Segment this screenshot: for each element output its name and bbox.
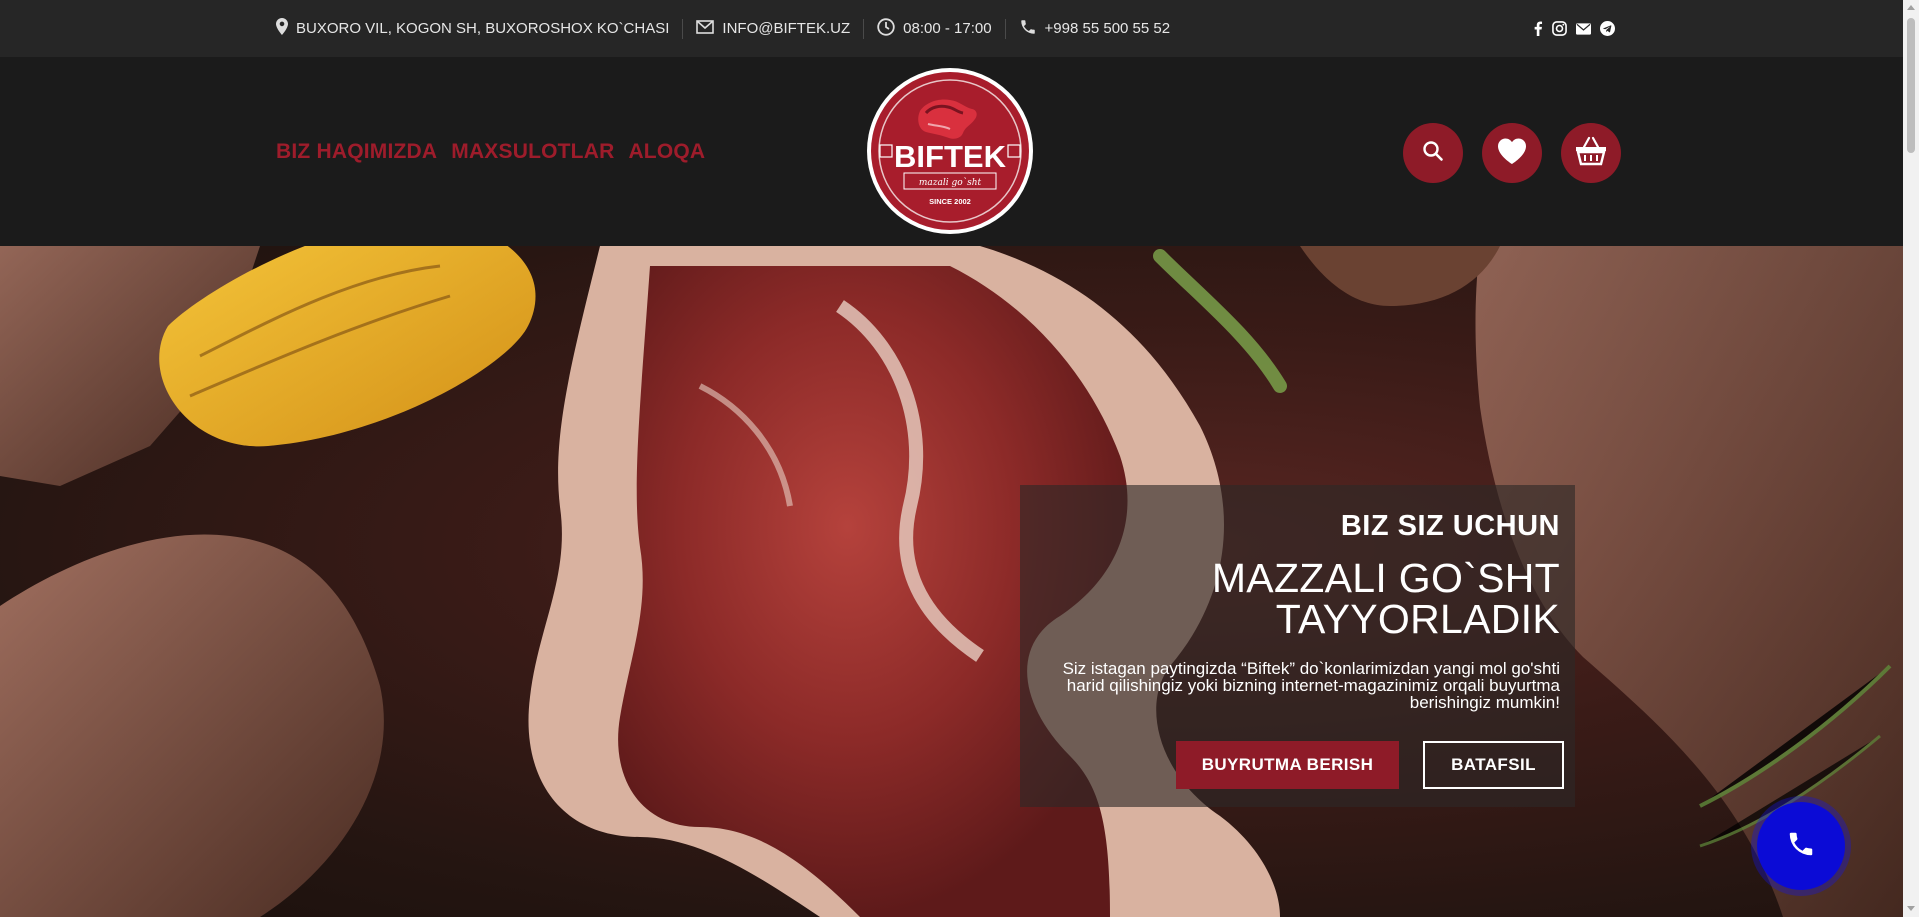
facebook-icon[interactable] — [1533, 21, 1543, 36]
scroll-up-arrow[interactable] — [1907, 5, 1915, 10]
details-button[interactable]: BATAFSIL — [1423, 741, 1564, 789]
cart-button[interactable] — [1561, 123, 1621, 183]
nav-item-contact[interactable]: ALOQA — [628, 140, 705, 164]
search-icon — [1422, 140, 1444, 167]
telegram-icon[interactable] — [1600, 21, 1615, 36]
hero-banner — [0, 246, 1903, 917]
address-item: BUXORO VIL, KOGON SH, BUXOROSHOX KO`CHAS… — [276, 18, 682, 39]
hero-background-image — [0, 246, 1903, 917]
nav-item-products[interactable]: MAXSULOTLAR — [451, 140, 614, 164]
hours-item: 08:00 - 17:00 — [864, 17, 1004, 40]
phone-icon — [1786, 829, 1816, 864]
order-button[interactable]: BUYRUTMA BERISH — [1176, 741, 1399, 789]
site-logo[interactable]: BIFTEK mazali go`sht SINCE 2002 — [866, 67, 1034, 235]
hours-text: 08:00 - 17:00 — [903, 20, 992, 37]
contact-info: BUXORO VIL, KOGON SH, BUXOROSHOX KO`CHAS… — [276, 0, 1183, 57]
search-button[interactable] — [1403, 123, 1463, 183]
logo-wordmark: BIFTEK — [894, 139, 1007, 174]
nav-item-about[interactable]: BIZ HAQIMIZDA — [276, 140, 437, 164]
logo-since: SINCE 2002 — [929, 197, 971, 206]
hero-title: MAZZALI GO`SHT TAYYORLADIK — [1211, 555, 1560, 642]
basket-icon — [1574, 136, 1608, 171]
email-item[interactable]: INFO@BIFTEK.UZ — [683, 19, 863, 39]
scrollbar-thumb[interactable] — [1907, 18, 1915, 153]
instagram-icon[interactable] — [1552, 21, 1567, 36]
email-icon[interactable] — [1576, 22, 1591, 35]
top-bar: BUXORO VIL, KOGON SH, BUXOROSHOX KO`CHAS… — [0, 0, 1903, 57]
location-pin-icon — [276, 18, 288, 39]
wishlist-button[interactable] — [1482, 123, 1542, 183]
hero-subtitle: BIZ SIZ UCHUN — [1340, 510, 1560, 542]
logo-tagline: mazali go`sht — [919, 177, 982, 188]
hero-description: Siz istagan paytingizda “Biftek” do`konl… — [1062, 659, 1560, 712]
social-links — [1533, 0, 1615, 57]
site-header: BIZ HAQIMIZDA MAXSULOTLAR ALOQA BIFTEK m… — [0, 57, 1903, 246]
scroll-down-arrow[interactable] — [1907, 906, 1915, 911]
clock-icon — [877, 17, 895, 40]
phone-item[interactable]: +998 55 500 55 52 — [1006, 19, 1184, 39]
phone-icon — [1019, 18, 1037, 40]
email-link[interactable]: INFO@BIFTEK.UZ — [722, 20, 850, 37]
address-text: BUXORO VIL, KOGON SH, BUXOROSHOX KO`CHAS… — [296, 20, 670, 37]
heart-icon — [1496, 137, 1528, 170]
phone-link[interactable]: +998 55 500 55 52 — [1045, 20, 1171, 37]
main-nav: BIZ HAQIMIZDA MAXSULOTLAR ALOQA — [276, 57, 705, 246]
call-button[interactable] — [1757, 802, 1845, 890]
page-scrollbar[interactable] — [1903, 0, 1919, 917]
envelope-icon — [696, 19, 715, 38]
header-actions — [1403, 123, 1621, 183]
